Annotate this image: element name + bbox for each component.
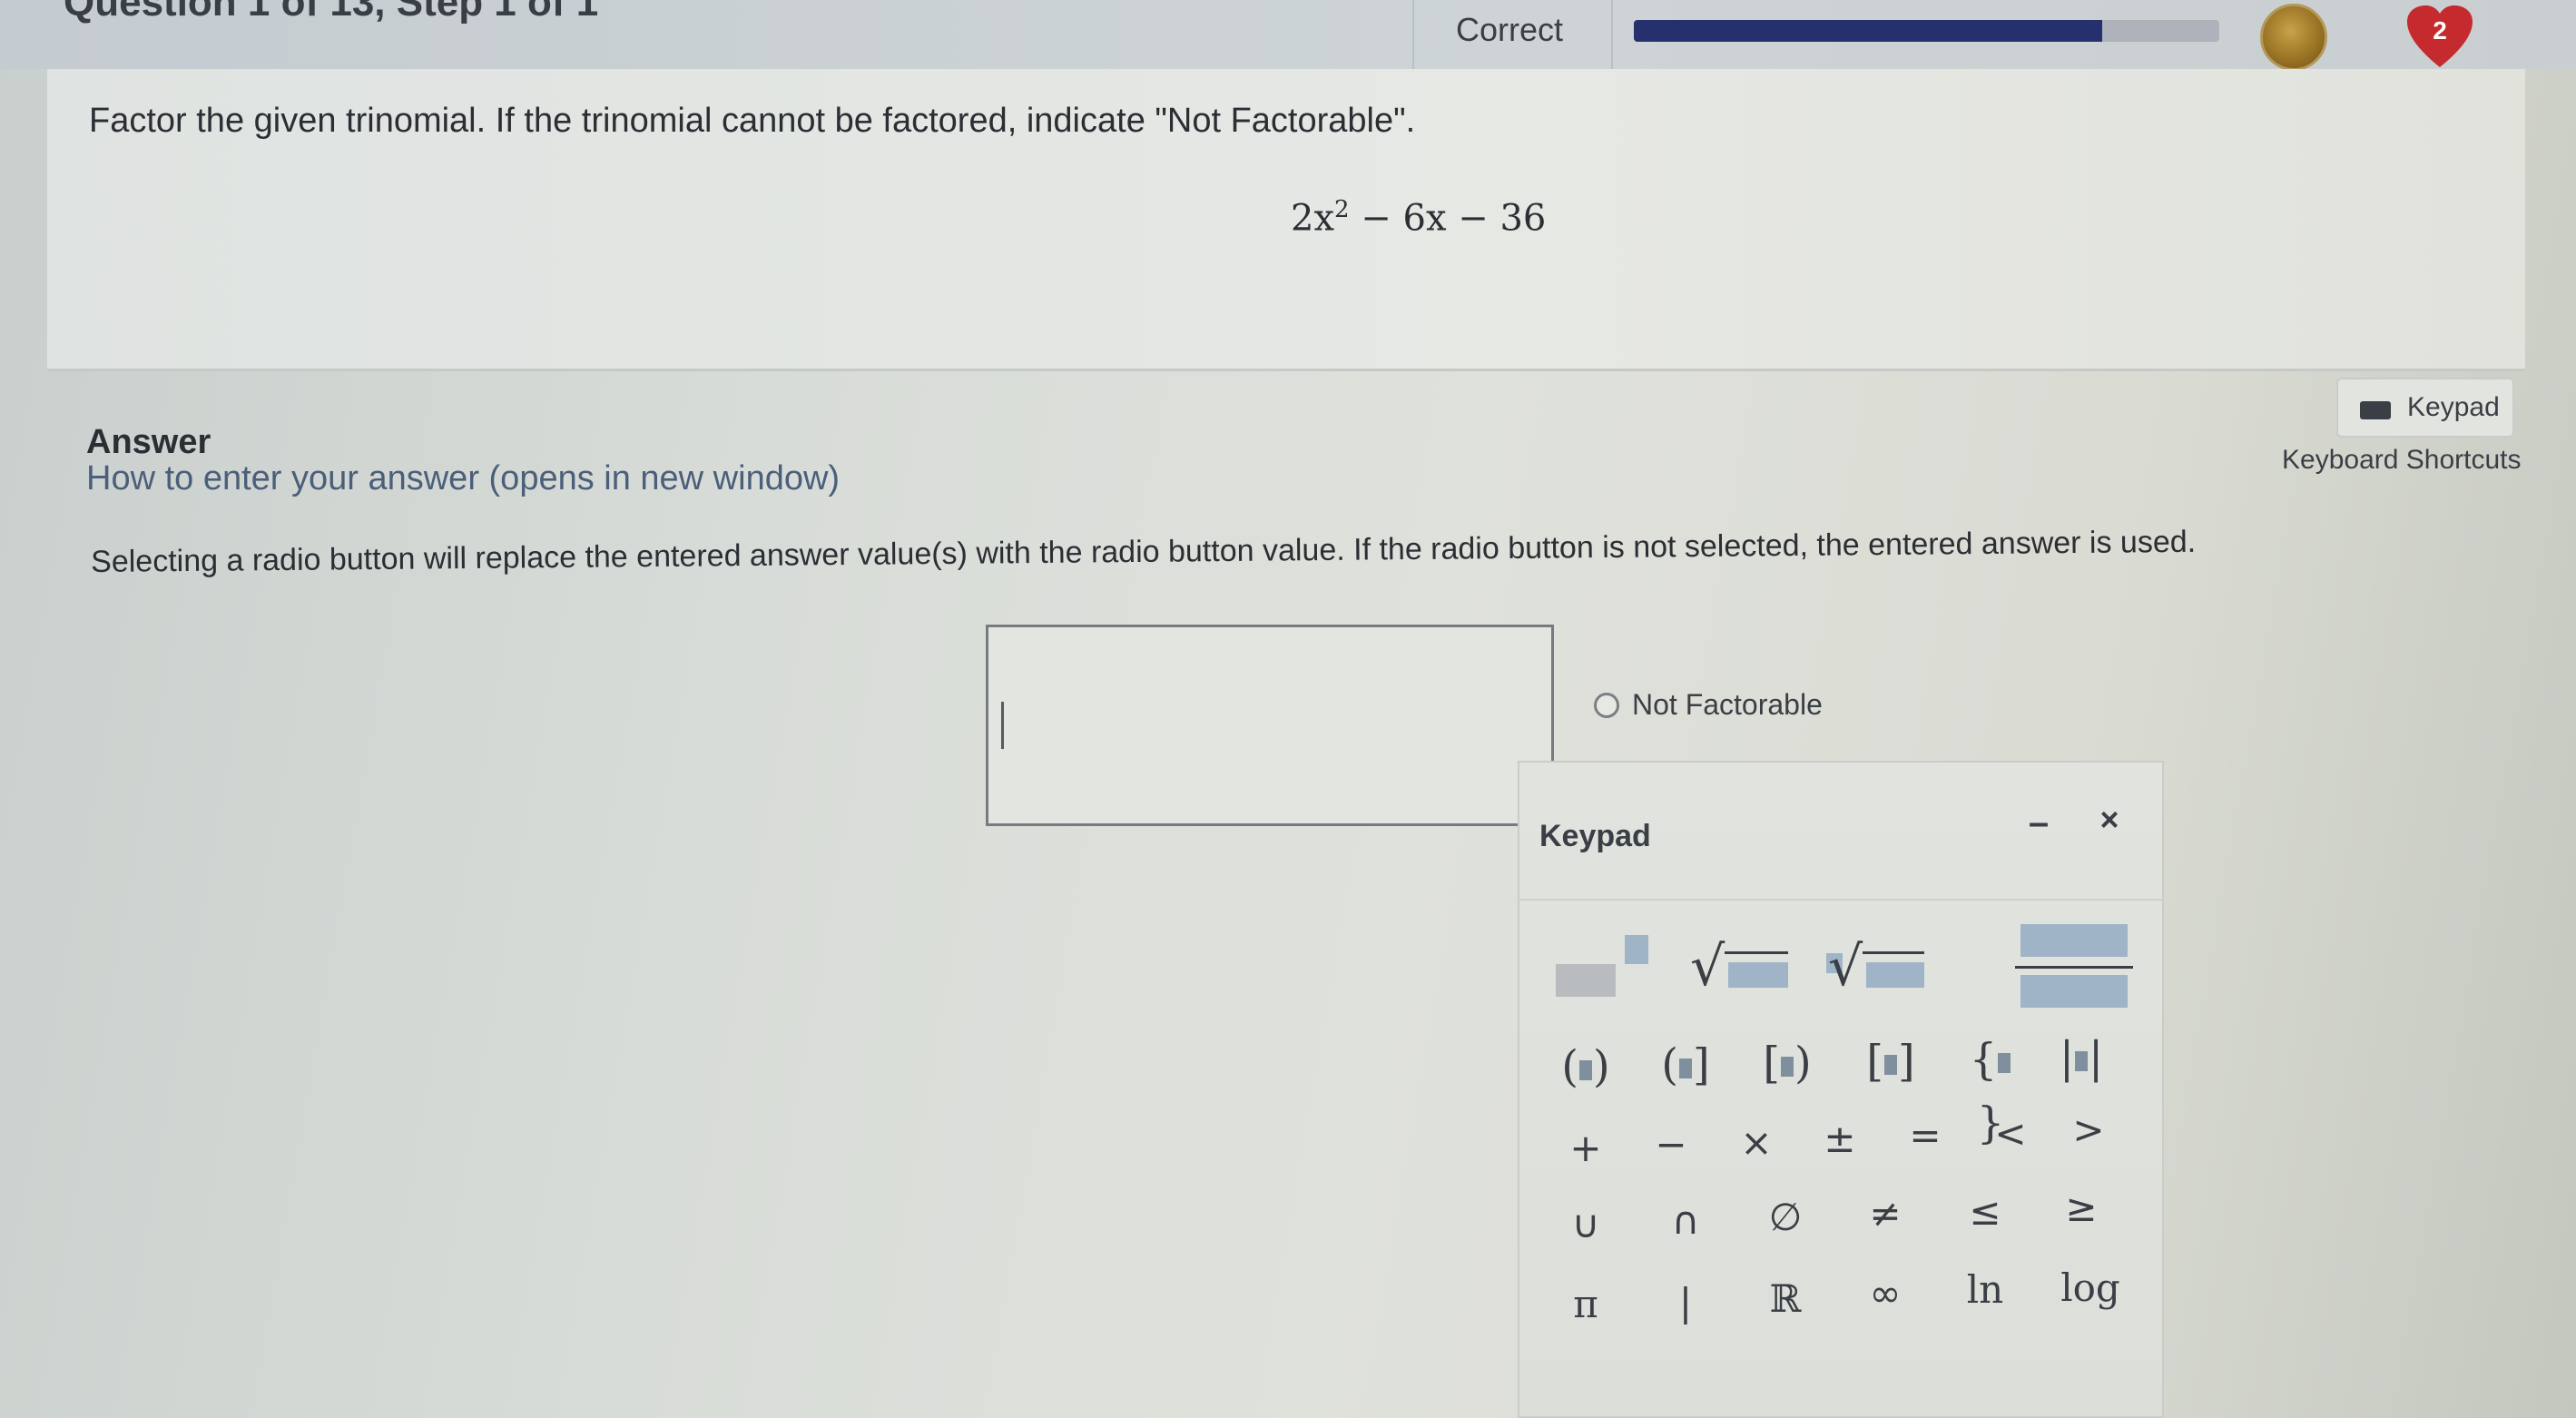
keypad-toggle-button[interactable]: Keypad	[2336, 378, 2514, 438]
pi-key[interactable]: π	[1554, 1273, 1617, 1336]
expression-leading: 2x	[1291, 197, 1335, 240]
curly-brace-key[interactable]: {}	[1959, 1028, 2022, 1148]
pipe-key[interactable]: |	[1654, 1271, 1717, 1334]
keypad-close-button[interactable]: ×	[2091, 801, 2128, 839]
real-numbers-key[interactable]: ℝ	[1754, 1267, 1817, 1331]
half-open-right-key[interactable]: (]	[1654, 1033, 1717, 1097]
empty-set-key[interactable]: ∅	[1754, 1186, 1817, 1249]
square-bracket-key[interactable]: []	[1859, 1029, 1922, 1093]
medal-icon[interactable]	[2260, 4, 2327, 71]
keypad-divider	[1519, 899, 2162, 901]
expression-rest: − 6x − 36	[1349, 197, 1547, 240]
radio-instruction: Selecting a radio button will replace th…	[91, 524, 2197, 579]
answer-input[interactable]	[986, 625, 1554, 826]
exponent-key[interactable]	[1556, 935, 1656, 1017]
less-equal-key[interactable]: ≤	[1953, 1180, 2017, 1244]
keyboard-icon	[2360, 401, 2391, 419]
log-key[interactable]: log	[2050, 1256, 2131, 1320]
union-key[interactable]: ∪	[1554, 1193, 1617, 1256]
paren-key[interactable]: ()	[1554, 1035, 1617, 1098]
answer-heading: Answer	[86, 423, 211, 461]
keyboard-shortcuts-link[interactable]: Keyboard Shortcuts	[2282, 445, 2521, 476]
text-caret	[1001, 702, 1004, 749]
not-equal-key[interactable]: ≠	[1853, 1182, 1917, 1246]
less-than-key[interactable]: <	[1979, 1102, 2042, 1166]
keypad-title: Keypad	[1539, 819, 1651, 853]
top-bar: Question 1 of 13, Step 1 of 1 Correct 2	[0, 0, 2576, 71]
plus-minus-key[interactable]: ±	[1808, 1108, 1872, 1171]
topbar-divider	[1611, 0, 1613, 69]
question-prompt: Factor the given trinomial. If the trino…	[89, 102, 1416, 140]
plus-key[interactable]: +	[1554, 1117, 1617, 1180]
fraction-key[interactable]	[2015, 908, 2133, 1017]
keypad-toggle-label: Keypad	[2407, 392, 2500, 422]
status-label: Correct	[1456, 11, 1564, 48]
keypad-minimize-button[interactable]: –	[2020, 803, 2057, 843]
greater-equal-key[interactable]: ≥	[2050, 1177, 2113, 1240]
expression-exponent: 2	[1334, 196, 1350, 223]
progress-bar	[1634, 20, 2219, 42]
times-key[interactable]: ×	[1725, 1111, 1788, 1175]
absolute-value-key[interactable]: | |	[2050, 1026, 2113, 1089]
nth-root-key[interactable]: √	[1826, 926, 1926, 1017]
not-factorable-radio[interactable]: Not Factorable	[1594, 688, 1823, 722]
hearts-count: 2	[2433, 16, 2447, 44]
hearts-badge[interactable]: 2	[2404, 4, 2476, 71]
intersection-key[interactable]: ∩	[1654, 1189, 1717, 1253]
half-open-left-key[interactable]: [)	[1755, 1031, 1819, 1095]
radio-button[interactable]	[1594, 692, 1619, 718]
square-root-key[interactable]: √	[1690, 926, 1790, 1017]
infinity-key[interactable]: ∞	[1853, 1262, 1917, 1325]
how-to-enter-answer-link[interactable]: How to enter your answer (opens in new w…	[86, 459, 840, 498]
ln-key[interactable]: ln	[1953, 1258, 2017, 1322]
topbar-divider	[1412, 0, 1414, 69]
equals-key[interactable]: =	[1893, 1104, 1957, 1167]
greater-than-key[interactable]: >	[2057, 1098, 2120, 1162]
keypad-panel: Keypad – × √ √ () (] [) [] {} | | + − × ±…	[1518, 761, 2164, 1418]
minus-key[interactable]: −	[1639, 1113, 1703, 1177]
radio-label: Not Factorable	[1632, 688, 1823, 721]
trinomial-expression: 2x2 − 6x − 36	[1291, 196, 1546, 239]
question-step-label: Question 1 of 13, Step 1 of 1	[64, 0, 599, 25]
question-panel: Factor the given trinomial. If the trino…	[47, 69, 2525, 371]
progress-bar-fill	[1634, 20, 2102, 42]
